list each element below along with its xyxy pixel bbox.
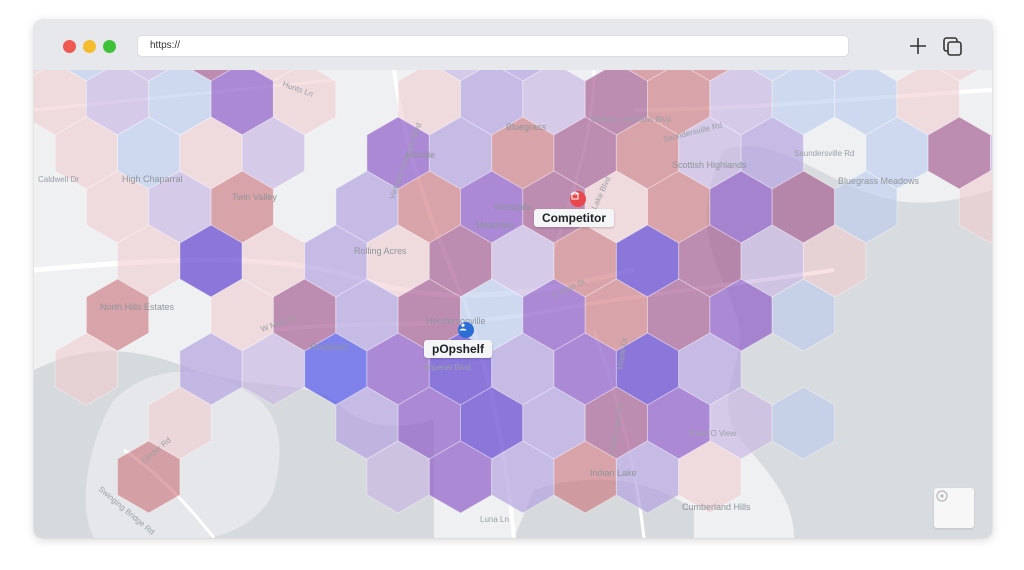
locate-me-button[interactable] (934, 488, 974, 528)
maximize-dot-button[interactable] (103, 40, 116, 53)
place-label: Hendersonville (426, 316, 486, 326)
crosshair-icon (936, 490, 948, 502)
road-label: Cinder Rd (140, 435, 173, 465)
road-label: Saundersville Rd (794, 149, 854, 158)
competitor-label[interactable]: Competitor (534, 209, 614, 227)
place-label: Rolling Acres (354, 246, 407, 256)
browser-window: https:// Vietnam Veterans Blvd Vietnam V… (34, 20, 992, 538)
road-label: Caldwell Dr (38, 175, 79, 184)
place-label: Westgate (494, 202, 532, 212)
road-label: Swinging Bridge Rd (97, 485, 157, 537)
new-tab-plus-icon[interactable] (906, 34, 930, 58)
road-label: Vietnam Veterans Blvd (387, 122, 423, 201)
map-labels-layer: Vietnam Veterans Blvd Vietnam Veterans B… (38, 79, 920, 537)
competitor-marker[interactable] (570, 191, 586, 207)
browser-titlebar: https:// (34, 20, 992, 70)
road-label: Vietnam Veterans Blvd (590, 115, 671, 124)
popshelf-label[interactable]: pOpshelf (424, 340, 493, 358)
place-label: Scottish Highlands (672, 160, 747, 170)
road-label: W Main St (260, 313, 298, 334)
tabs-icon[interactable] (940, 34, 964, 58)
close-dot-button[interactable] (63, 40, 76, 53)
popshelf-marker[interactable] (458, 322, 474, 338)
road-label: Imperial Blvd (424, 363, 470, 372)
road-label: Maple Dr (615, 336, 630, 370)
place-label: Cumberland Hills (682, 502, 751, 512)
minimize-dot-button[interactable] (83, 40, 96, 53)
place-label: Hillside (406, 150, 435, 160)
store-icon (570, 191, 580, 200)
road-label: E Main St (551, 277, 587, 300)
place-label: Rockland (310, 342, 348, 352)
place-label: Bluegrass Meadows (838, 176, 920, 186)
place-label: Indian Lake (590, 468, 637, 478)
place-label: Twin Valley (232, 192, 277, 202)
store-person-icon (459, 323, 467, 331)
place-label: High Chaparral (122, 174, 183, 184)
place-label: Meadows (476, 220, 515, 230)
road-label: Indian Lake Rd (607, 402, 625, 457)
place-label: North Hills Estates (100, 302, 175, 312)
road-label: Point O View (690, 429, 736, 438)
map-view[interactable]: Vietnam Veterans Blvd Vietnam Veterans B… (34, 70, 992, 538)
road-label: Saundersville Rd (662, 121, 723, 144)
place-label: Bluegrass (506, 122, 547, 132)
road-label: Luna Ln (480, 515, 509, 524)
road-label: Hunts Ln (281, 79, 314, 98)
address-bar[interactable]: https:// (138, 36, 848, 56)
road-label: Lake Blvd (590, 175, 613, 211)
